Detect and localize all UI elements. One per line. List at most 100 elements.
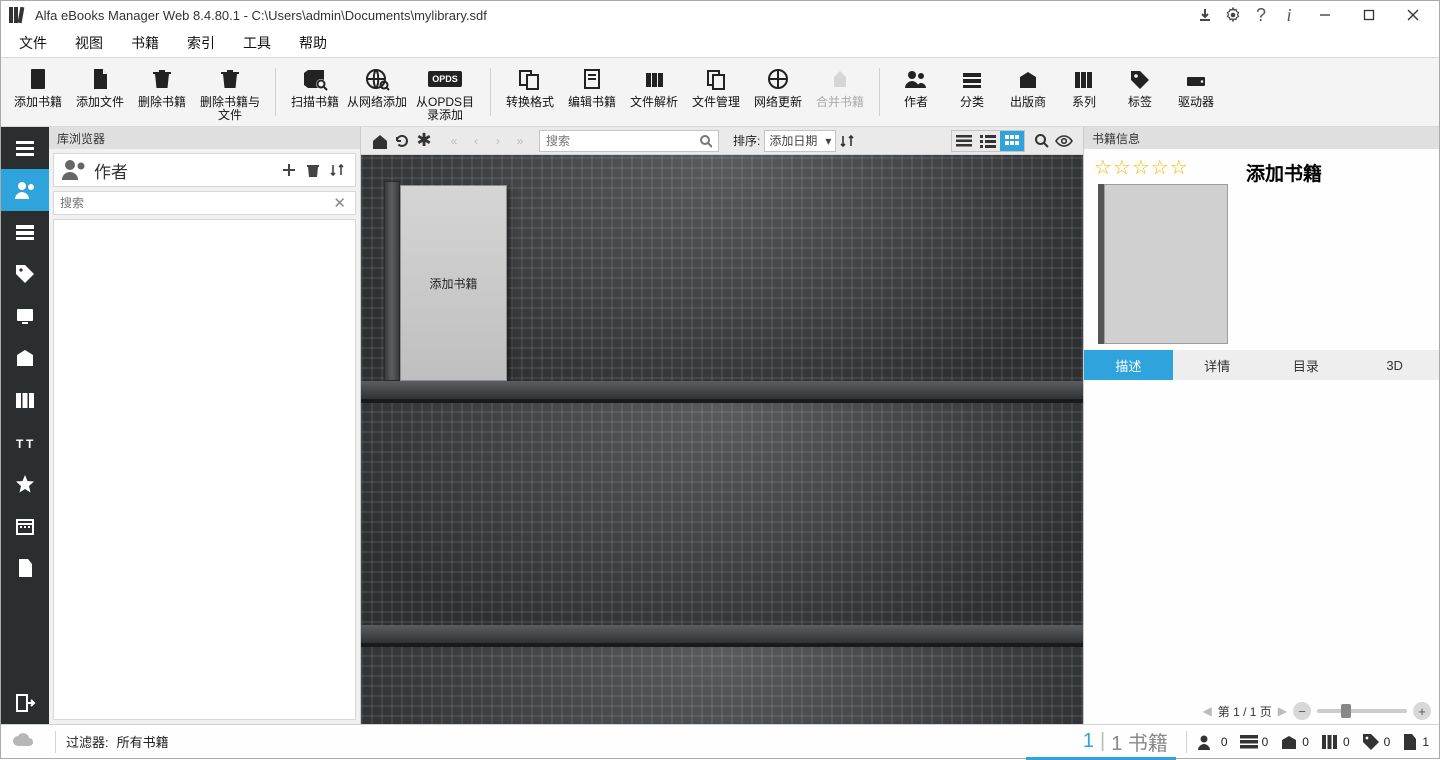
stat-files[interactable]: 1 xyxy=(1402,733,1429,751)
browser-search-input[interactable] xyxy=(60,196,330,210)
menu-tools[interactable]: 工具 xyxy=(229,29,285,57)
info-tabs: 描述 详情 目录 3D xyxy=(1084,350,1439,380)
cloud-icon[interactable] xyxy=(11,731,35,752)
iconbar-menu[interactable] xyxy=(1,127,49,169)
settings-icon[interactable] xyxy=(1219,1,1247,29)
menu-books[interactable]: 书籍 xyxy=(117,29,173,57)
info-book-cover[interactable] xyxy=(1104,184,1228,344)
series-button[interactable]: 系列 xyxy=(1056,62,1112,122)
iconbar-publishers[interactable] xyxy=(1,337,49,379)
tab-toc[interactable]: 目录 xyxy=(1262,350,1351,380)
tab-details[interactable]: 详情 xyxy=(1173,350,1262,380)
main-search-input[interactable] xyxy=(546,134,699,148)
clear-search-icon[interactable]: ✕ xyxy=(330,194,349,212)
stat-authors[interactable]: 0 xyxy=(1197,733,1228,751)
info-body xyxy=(1084,380,1439,698)
star-button[interactable]: ✱ xyxy=(413,129,435,153)
refresh-button[interactable] xyxy=(391,129,413,153)
browser-list[interactable] xyxy=(53,219,356,720)
main-toolbar: 添加书籍 添加文件 删除书籍 删除书籍与 文件 扫描书籍 从网络添加 OPDS从… xyxy=(1,57,1439,127)
iconbar-categories[interactable] xyxy=(1,211,49,253)
drives-button[interactable]: 驱动器 xyxy=(1168,62,1224,122)
scan-books-button[interactable]: 扫描书籍 xyxy=(284,62,346,122)
pager-next-icon[interactable]: ▶ xyxy=(1278,704,1287,718)
filter-value[interactable]: 所有书籍 xyxy=(117,732,169,751)
iconbar-tags[interactable] xyxy=(1,253,49,295)
status-bar: 过滤器: 所有书籍 1|1 书籍 0 0 0 0 0 1 xyxy=(1,724,1439,758)
rating-stars[interactable]: ☆☆☆☆☆ xyxy=(1094,155,1228,180)
view-details-button[interactable] xyxy=(976,131,1000,151)
home-button[interactable] xyxy=(369,129,391,153)
delete-book-file-button[interactable]: 删除书籍与 文件 xyxy=(193,62,267,122)
file-parse-button[interactable]: 文件解析 xyxy=(623,62,685,122)
authors-button[interactable]: 作者 xyxy=(888,62,944,122)
window-close[interactable] xyxy=(1391,1,1435,29)
nav-last-button[interactable]: » xyxy=(509,129,531,153)
nav-next-button[interactable]: › xyxy=(487,129,509,153)
menu-help[interactable]: 帮助 xyxy=(285,29,341,57)
iconbar-authors[interactable] xyxy=(1,169,49,211)
delete-book-button[interactable]: 删除书籍 xyxy=(131,62,193,122)
iconbar-devices[interactable] xyxy=(1,295,49,337)
convert-format-button[interactable]: 转换格式 xyxy=(499,62,561,122)
zoom-out-button[interactable]: − xyxy=(1293,702,1311,720)
add-from-opds-button[interactable]: OPDS从OPDS目 录添加 xyxy=(408,62,482,122)
view-grid-button[interactable] xyxy=(1000,131,1024,151)
visibility-button[interactable] xyxy=(1053,129,1075,153)
add-book-button[interactable]: 添加书籍 xyxy=(7,62,69,122)
main-search-box[interactable] xyxy=(539,130,719,152)
iconbar-favorites[interactable] xyxy=(1,463,49,505)
file-manage-button[interactable]: 文件管理 xyxy=(685,62,747,122)
menu-view[interactable]: 视图 xyxy=(61,29,117,57)
iconbar-text[interactable]: TT xyxy=(1,421,49,463)
nav-first-button[interactable]: « xyxy=(443,129,465,153)
window-maximize[interactable] xyxy=(1347,1,1391,29)
app-title: Alfa eBooks Manager Web 8.4.80.1 - C:\Us… xyxy=(35,8,487,23)
stat-series[interactable]: 0 xyxy=(1321,733,1350,751)
book-shelf-view[interactable]: 添加书籍 xyxy=(361,155,1083,724)
stat-categories[interactable]: 0 xyxy=(1240,734,1269,750)
browser-search-box[interactable]: ✕ xyxy=(53,191,356,215)
tab-description[interactable]: 描述 xyxy=(1084,350,1173,380)
iconbar-files[interactable] xyxy=(1,547,49,589)
delete-author-button[interactable] xyxy=(301,154,325,186)
zoom-in-button[interactable]: + xyxy=(1413,702,1431,720)
menu-file[interactable]: 文件 xyxy=(5,29,61,57)
svg-text:T: T xyxy=(16,437,24,451)
stat-tags[interactable]: 0 xyxy=(1362,733,1391,751)
stat-publishers[interactable]: 0 xyxy=(1280,733,1309,751)
add-from-web-button[interactable]: 从网络添加 xyxy=(346,62,408,122)
web-update-button[interactable]: 网络更新 xyxy=(747,62,809,122)
info-icon[interactable]: i xyxy=(1275,1,1303,29)
tab-3d[interactable]: 3D xyxy=(1350,350,1439,380)
categories-button[interactable]: 分类 xyxy=(944,62,1000,122)
iconbar-calendar[interactable] xyxy=(1,505,49,547)
sort-authors-button[interactable] xyxy=(325,154,349,186)
sort-select[interactable]: 添加日期▾ xyxy=(764,130,836,152)
browser-section-title: 作者 xyxy=(94,158,277,183)
sort-direction-button[interactable] xyxy=(836,129,858,153)
iconbar-exit[interactable] xyxy=(1,682,49,724)
add-author-button[interactable] xyxy=(277,154,301,186)
view-mode-group xyxy=(951,130,1025,152)
library-browser-panel: 库浏览器 作者 ✕ xyxy=(49,127,361,724)
zoom-button[interactable] xyxy=(1031,129,1053,153)
zoom-slider[interactable] xyxy=(1317,709,1407,713)
info-book-title: 添加书籍 xyxy=(1246,159,1322,186)
book-info-panel: 书籍信息 ☆☆☆☆☆ 添加书籍 描述 详情 目录 3D ◀ 第 1 / 1 页 … xyxy=(1083,127,1439,724)
add-file-button[interactable]: 添加文件 xyxy=(69,62,131,122)
sort-label: 排序: xyxy=(733,132,760,149)
publishers-button[interactable]: 出版商 xyxy=(1000,62,1056,122)
nav-prev-button[interactable]: ‹ xyxy=(465,129,487,153)
menu-index[interactable]: 索引 xyxy=(173,29,229,57)
edit-book-button[interactable]: 编辑书籍 xyxy=(561,62,623,122)
view-list-button[interactable] xyxy=(952,131,976,151)
pager-prev-icon[interactable]: ◀ xyxy=(1203,704,1212,718)
iconbar-series[interactable] xyxy=(1,379,49,421)
window-minimize[interactable] xyxy=(1303,1,1347,29)
book-item[interactable]: 添加书籍 xyxy=(384,181,507,381)
download-icon[interactable] xyxy=(1191,1,1219,29)
help-icon[interactable]: ? xyxy=(1247,1,1275,29)
filter-label: 过滤器: xyxy=(66,732,109,751)
tags-button[interactable]: 标签 xyxy=(1112,62,1168,122)
